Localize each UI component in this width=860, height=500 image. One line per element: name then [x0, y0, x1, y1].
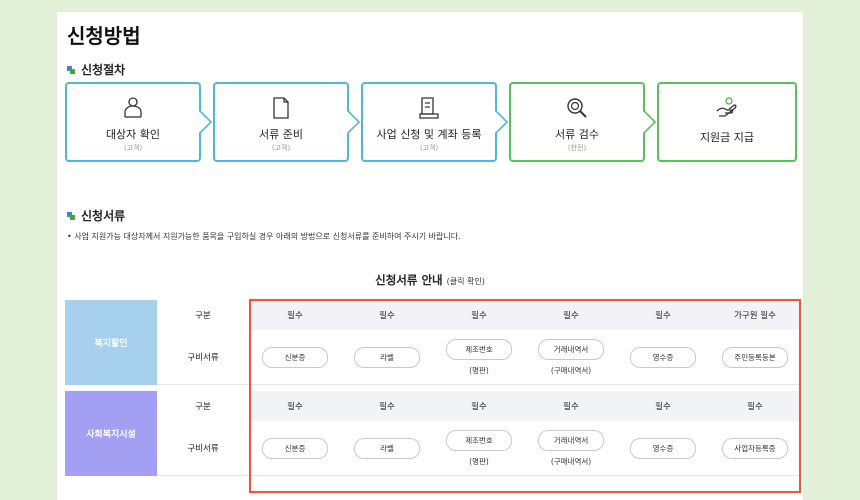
doc-business-registration-button[interactable]: 사업자등록증: [722, 437, 788, 459]
doc-cell: 영수증: [617, 330, 709, 385]
category-welfare-facility: 사회복지시설: [65, 391, 157, 476]
step-target-check: 대상자 확인 (고객): [65, 82, 201, 162]
doc-cell: 영수증: [617, 421, 709, 476]
step-label: 지원금 지급: [699, 131, 755, 144]
doc-cell: 사업자등록증: [709, 421, 801, 476]
guide-title: 신청서류 안내: [375, 273, 443, 287]
step-doc-review: 서류 검수 (한전): [509, 82, 645, 162]
requirement-cell: 필수: [525, 300, 617, 330]
requirement-cell: 필수: [433, 391, 525, 421]
documents-table: 복지할인 구분 필수 필수 필수 필수 필수 가구원 필수 구비서류 신분증 라…: [65, 300, 801, 476]
step-doc-prep: 서류 준비 (고객): [213, 82, 349, 162]
documents-description: • 사업 지원가능 대상자께서 지원가능한 품목을 구입하실 경우 아래의 방법…: [67, 232, 461, 241]
doc-receipt-button[interactable]: 영수증: [630, 346, 696, 368]
header-label: 구분: [157, 300, 249, 330]
step-arrow-icon: [347, 109, 361, 135]
doc-cell: 제조번호 (명판): [433, 421, 525, 476]
table-row: 구비서류 신분증 라벨 제조번호 (명판) 거래내역서 (구매내역서) 영수증 주민…: [65, 330, 801, 385]
doc-cell: 주민등록등본: [709, 330, 801, 385]
doc-cell: 거래내역서 (구매내역서): [525, 330, 617, 385]
doc-note: (구매내역서): [550, 365, 592, 375]
procedure-section-title: 신청절차: [67, 61, 125, 78]
header-label: 구분: [157, 391, 249, 421]
table-header-row: 복지할인 구분 필수 필수 필수 필수 필수 가구원 필수: [65, 300, 801, 385]
section-bullet-icon: [67, 211, 75, 220]
requirement-cell: 필수: [617, 391, 709, 421]
step-sub: (한전): [567, 144, 587, 152]
documents-section-title: 신청서류: [67, 207, 125, 224]
section-bullet-icon: [67, 65, 75, 74]
doc-label-button[interactable]: 라벨: [354, 437, 420, 459]
step-arrow-icon: [199, 109, 213, 135]
doc-cell: 라벨: [341, 330, 433, 385]
table-row: 구비서류 신분증 라벨 제조번호 (명판) 거래내역서 (구매내역서) 영수증 사업…: [65, 421, 801, 476]
step-label: 대상자 확인: [105, 128, 161, 141]
page-title: 신청방법: [67, 24, 141, 48]
requirement-cell: 필수: [249, 391, 341, 421]
doc-note: (명판): [469, 456, 489, 466]
requirement-cell: 필수: [249, 300, 341, 330]
doc-cell: 신분증: [249, 330, 341, 385]
document-icon: [272, 96, 290, 120]
step-sub: (고객): [419, 144, 439, 152]
doc-serial-button[interactable]: 제조번호: [446, 429, 512, 451]
doc-transaction-button[interactable]: 거래내역서: [538, 429, 604, 451]
doc-cell: 거래내역서 (구매내역서): [525, 421, 617, 476]
guide-note: (클릭 확인): [446, 277, 485, 286]
step-application: 사업 신청 및 계좌 등록 (고객): [361, 82, 497, 162]
person-icon: [123, 96, 143, 120]
doc-label-button[interactable]: 라벨: [354, 346, 420, 368]
row-label: 구비서류: [157, 421, 249, 476]
documents-guide-title: 신청서류 안내 (클릭 확인): [57, 272, 803, 288]
step-sub: (고객): [123, 144, 143, 152]
step-payment: 지원금 지급: [657, 82, 797, 162]
step-sub: (고객): [271, 144, 291, 152]
doc-receipt-button[interactable]: 영수증: [630, 437, 696, 459]
doc-resident-register-button[interactable]: 주민등록등본: [722, 346, 788, 368]
step-label: 서류 검수: [555, 128, 599, 141]
requirement-cell: 필수: [525, 391, 617, 421]
requirement-cell: 필수: [709, 391, 801, 421]
step-label: 사업 신청 및 계좌 등록: [376, 128, 482, 141]
form-icon: [419, 96, 439, 120]
content-panel: 신청방법 신청절차 대상자 확인 (고객) 서류 준비 (고객) 사업 신청 및…: [57, 12, 803, 500]
doc-cell: 신분증: [249, 421, 341, 476]
requirement-cell: 가구원 필수: [709, 300, 801, 330]
row-label: 구비서류: [157, 330, 249, 385]
doc-note: (구매내역서): [550, 456, 592, 466]
doc-serial-button[interactable]: 제조번호: [446, 338, 512, 360]
procedure-steps: 대상자 확인 (고객) 서류 준비 (고객) 사업 신청 및 계좌 등록 (고객…: [65, 82, 801, 166]
step-label: 서류 준비: [259, 128, 303, 141]
hand-coin-icon: [715, 96, 739, 120]
step-arrow-icon: [643, 109, 657, 135]
documents-title: 신청서류: [81, 209, 126, 223]
doc-note: (명판): [469, 365, 489, 375]
doc-cell: 라벨: [341, 421, 433, 476]
doc-transaction-button[interactable]: 거래내역서: [538, 338, 604, 360]
table-header-row: 사회복지시설 구분 필수 필수 필수 필수 필수 필수: [65, 391, 801, 476]
doc-id-button[interactable]: 신분증: [262, 437, 328, 459]
requirement-cell: 필수: [617, 300, 709, 330]
doc-id-button[interactable]: 신분증: [262, 346, 328, 368]
category-welfare-discount: 복지할인: [65, 300, 157, 385]
requirement-cell: 필수: [341, 391, 433, 421]
step-arrow-icon: [495, 109, 509, 135]
doc-cell: 제조번호 (명판): [433, 330, 525, 385]
magnifier-icon: [566, 96, 588, 120]
requirement-cell: 필수: [433, 300, 525, 330]
requirement-cell: 필수: [341, 300, 433, 330]
procedure-title: 신청절차: [81, 63, 126, 77]
